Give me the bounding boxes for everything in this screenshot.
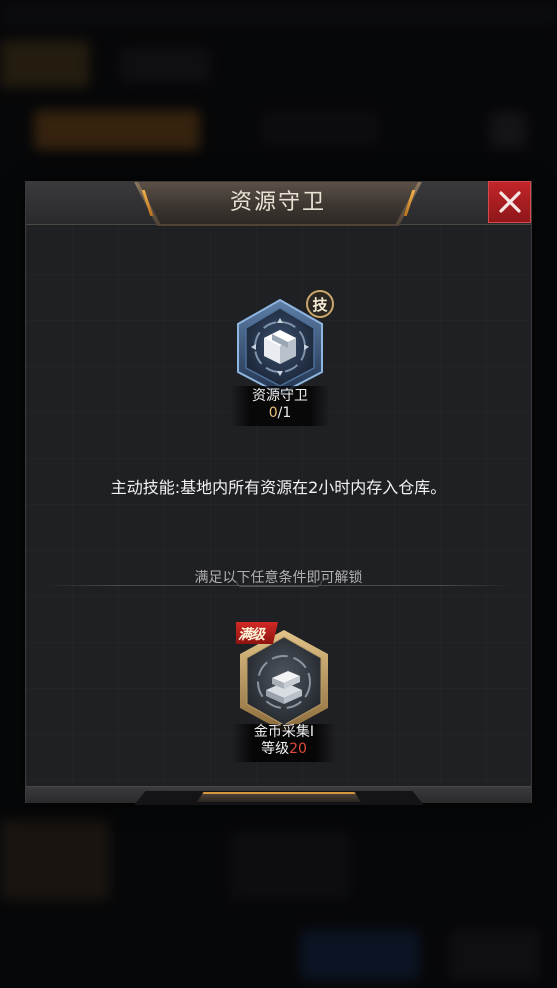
requirement-level-value: 20	[289, 741, 307, 757]
skill-progress-current: 0	[268, 405, 278, 421]
requirement-level: 等级20	[232, 741, 336, 758]
close-icon	[499, 191, 521, 213]
resource-guard-dialog: 资源守卫 技 资源守卫 0/1 主动技能:基地内所有资源在2小时内存入仓库。 满…	[26, 181, 531, 805]
close-button[interactable]	[488, 181, 531, 223]
tech-badge: 技	[306, 290, 334, 318]
footer-tab-highlight	[197, 792, 361, 802]
dialog-title: 资源守卫	[229, 190, 326, 215]
requirement-level-label: 等级	[261, 741, 290, 757]
max-level-badge: 满级	[236, 622, 278, 644]
requirement-name: 金币采集I	[253, 724, 315, 740]
skill-progress: 0/1	[230, 405, 330, 422]
skill-description: 主动技能:基地内所有资源在2小时内存入仓库。	[110, 478, 447, 497]
requirement-card[interactable]: 满级 金币采集I 等级20	[232, 622, 336, 762]
divider-tab	[236, 581, 322, 587]
skill-card[interactable]: 技 资源守卫 0/1	[230, 290, 334, 426]
skill-name: 资源守卫	[252, 388, 308, 404]
skill-progress-total: /1	[277, 405, 292, 421]
